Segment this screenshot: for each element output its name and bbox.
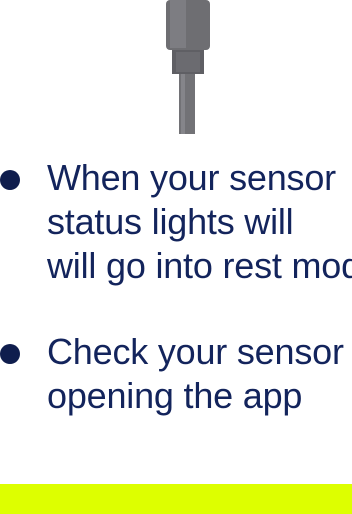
list-item: Check your sensor opening the app [0,330,352,418]
instruction-line: When your sensor [47,157,336,198]
accent-bar [0,484,352,514]
instruction-line: status lights will [47,201,294,242]
usb-cable-icon [166,0,210,134]
instruction-list: When your sensor status lights will will… [0,156,352,418]
instruction-line: Check your sensor [47,331,344,372]
page: When your sensor status lights will will… [0,0,352,514]
instruction-line: will go into rest mode [47,245,352,286]
instruction-line: opening the app [47,375,303,416]
bullet-icon [0,344,20,364]
bullet-icon [0,170,20,190]
list-item: When your sensor status lights will will… [0,156,352,288]
